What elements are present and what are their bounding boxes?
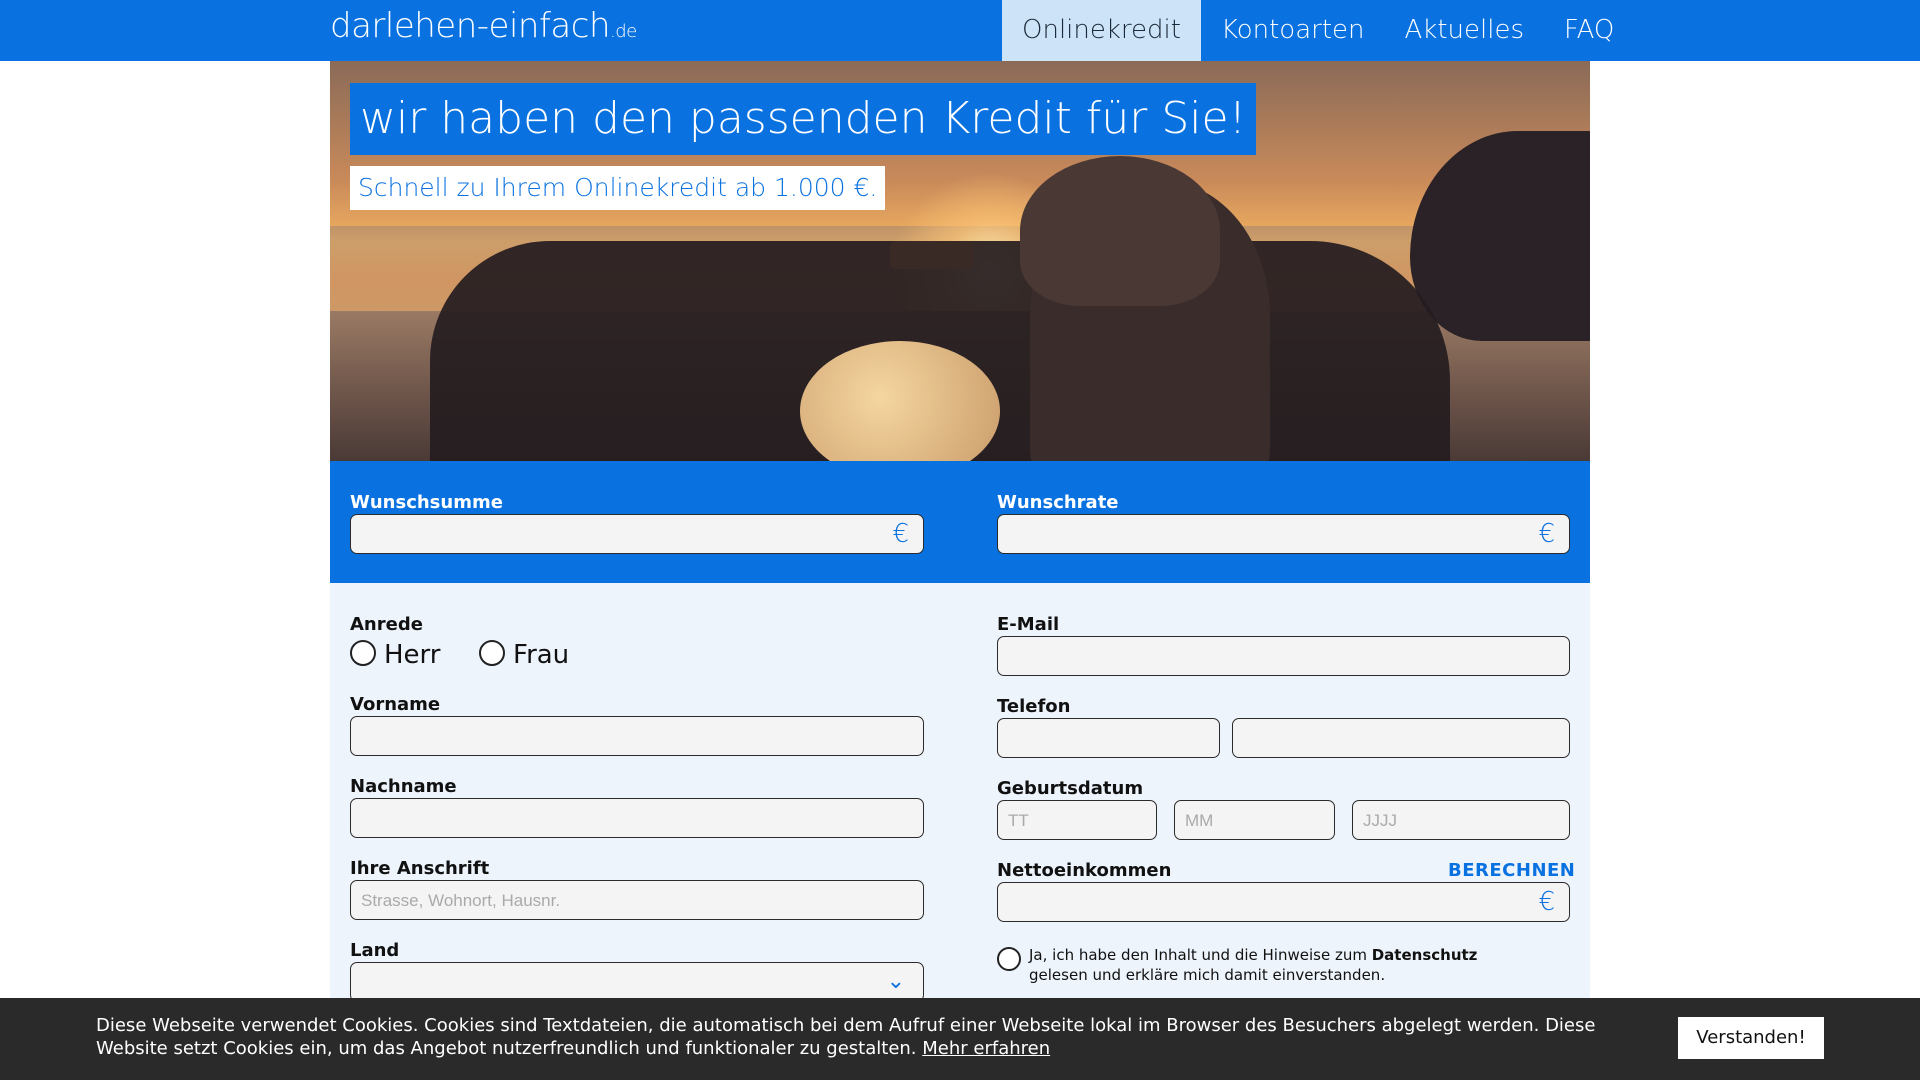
nettoeinkommen-input[interactable]: € xyxy=(997,882,1570,922)
euro-icon: € xyxy=(1538,887,1555,917)
nav-item-kontoarten[interactable]: Kontoarten xyxy=(1201,0,1385,61)
radio-frau-label[interactable]: Frau xyxy=(513,640,569,670)
email-label: E-Mail xyxy=(997,614,1060,635)
consent-text-post: gelesen und erkläre mich damit einversta… xyxy=(1029,966,1386,984)
geburtsdatum-year-input[interactable]: JJJJ xyxy=(1352,800,1570,840)
datenschutz-link[interactable]: Datenschutz xyxy=(1372,946,1478,964)
anschrift-input[interactable]: Strasse, Wohnort, Hausnr. xyxy=(350,880,924,920)
day-placeholder: TT xyxy=(1008,811,1029,830)
wunschrate-label: Wunschrate xyxy=(997,492,1119,513)
cookie-text: Diese Webseite verwendet Cookies. Cookie… xyxy=(96,1014,1636,1060)
hero-mirror xyxy=(890,241,974,269)
telefon-number-input[interactable] xyxy=(1232,718,1570,758)
euro-icon: € xyxy=(892,519,909,549)
cookie-message: Diese Webseite verwendet Cookies. Cookie… xyxy=(96,1015,1596,1059)
geburtsdatum-label: Geburtsdatum xyxy=(997,778,1144,799)
site-logo[interactable]: darlehen-einfach.de xyxy=(330,6,637,46)
geburtsdatum-day-input[interactable]: TT xyxy=(997,800,1157,840)
euro-icon: € xyxy=(1538,519,1555,549)
wunschsumme-label: Wunschsumme xyxy=(350,492,503,513)
hero-cliff xyxy=(1410,131,1590,341)
cookie-more-link[interactable]: Mehr erfahren xyxy=(922,1038,1050,1059)
logo-text: darlehen-einfach xyxy=(330,6,611,46)
nav-item-aktuelles[interactable]: Aktuelles xyxy=(1385,0,1545,61)
wunschsumme-input[interactable]: € xyxy=(350,514,924,554)
hero-hat xyxy=(1020,156,1220,306)
month-placeholder: MM xyxy=(1185,811,1214,830)
email-input[interactable] xyxy=(997,636,1570,676)
telefon-prefix-input[interactable] xyxy=(997,718,1220,758)
vorname-label: Vorname xyxy=(350,694,441,715)
anschrift-label: Ihre Anschrift xyxy=(350,858,490,879)
radio-herr[interactable] xyxy=(350,640,376,666)
application-form: Anrede Herr Frau Vorname Nachname Ihre A… xyxy=(330,583,1590,1003)
consent-checkbox[interactable] xyxy=(997,947,1021,971)
loan-amount-band: Wunschsumme € Wunschrate € xyxy=(330,461,1590,583)
nachname-input[interactable] xyxy=(350,798,924,838)
nachname-label: Nachname xyxy=(350,776,457,797)
consent-text: Ja, ich habe den Inhalt und die Hinweise… xyxy=(1029,945,1569,985)
consent-text-pre: Ja, ich habe den Inhalt und die Hinweise… xyxy=(1029,946,1372,964)
nav-item-onlinekredit[interactable]: Onlinekredit xyxy=(1002,0,1201,61)
vorname-input[interactable] xyxy=(350,716,924,756)
hero-title: wir haben den passenden Kredit für Sie! xyxy=(350,83,1257,155)
land-label: Land xyxy=(350,940,400,961)
nettoeinkommen-label: Nettoeinkommen xyxy=(997,860,1172,881)
cookie-accept-button[interactable]: Verstanden! xyxy=(1678,1017,1824,1059)
year-placeholder: JJJJ xyxy=(1363,811,1397,830)
radio-herr-label[interactable]: Herr xyxy=(384,640,440,670)
radio-frau[interactable] xyxy=(479,640,505,666)
cookie-banner: Diese Webseite verwendet Cookies. Cookie… xyxy=(0,998,1920,1080)
anrede-label: Anrede xyxy=(350,614,423,635)
top-navbar: darlehen-einfach.de Onlinekredit Kontoar… xyxy=(0,0,1920,61)
chevron-down-icon: ⌄ xyxy=(886,969,905,994)
wunschrate-input[interactable]: € xyxy=(997,514,1570,554)
hero-banner: wir haben den passenden Kredit für Sie! … xyxy=(330,61,1590,461)
geburtsdatum-month-input[interactable]: MM xyxy=(1174,800,1335,840)
hero-subtitle: Schnell zu Ihrem Onlinekredit ab 1.000 €… xyxy=(350,166,886,210)
anschrift-placeholder: Strasse, Wohnort, Hausnr. xyxy=(361,891,561,910)
nav-item-faq[interactable]: FAQ xyxy=(1544,0,1634,61)
telefon-label: Telefon xyxy=(997,696,1071,717)
logo-tld: .de xyxy=(610,21,637,42)
main-nav: Onlinekredit Kontoarten Aktuelles FAQ xyxy=(1002,0,1634,61)
land-select[interactable]: ⌄ xyxy=(350,962,924,1002)
berechnen-link[interactable]: BERECHNEN xyxy=(1448,860,1575,881)
